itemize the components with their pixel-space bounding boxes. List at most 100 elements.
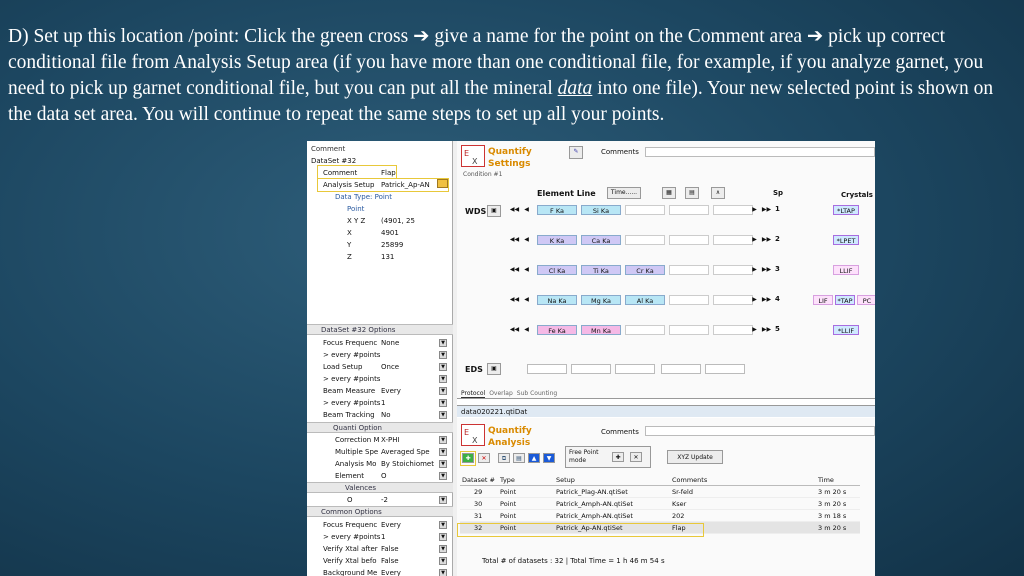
last-icon[interactable]: ▶▶ <box>761 265 772 275</box>
eds-field[interactable] <box>571 364 611 374</box>
crystal-chip[interactable]: LLIF <box>833 265 859 275</box>
eds-config-icon[interactable]: ▣ <box>487 363 501 375</box>
element-slot[interactable] <box>713 325 753 335</box>
next-icon[interactable]: ▶ <box>749 235 760 245</box>
dropdown-arrow-icon[interactable]: ▼ <box>439 399 447 407</box>
element-chip[interactable]: Fe Ka <box>537 325 577 335</box>
option-value[interactable]: Once <box>381 361 399 373</box>
analysis-comments-field[interactable] <box>645 426 875 436</box>
first-icon[interactable]: ◀◀ <box>509 205 520 215</box>
prev-icon[interactable]: ◀ <box>521 205 532 215</box>
element-chip[interactable]: Ti Ka <box>581 265 621 275</box>
dataset-row[interactable]: 31 Point Patrick_Amph-AN.qtiSet 202 3 m 18 s <box>460 510 860 522</box>
element-chip[interactable]: Mg Ka <box>581 295 621 305</box>
dataset-row[interactable]: 30 Point Patrick_Amph-AN.qtiSet Kser 3 m 20 … <box>460 498 860 510</box>
dropdown-arrow-icon[interactable]: ▼ <box>439 387 447 395</box>
prev-icon[interactable]: ◀ <box>521 235 532 245</box>
last-icon[interactable]: ▶▶ <box>761 205 772 215</box>
tab-sub-counting[interactable]: Sub Counting <box>517 390 557 398</box>
option-value[interactable]: None <box>381 337 399 349</box>
element-chip[interactable]: Cl Ka <box>537 265 577 275</box>
dropdown-arrow-icon[interactable]: ▼ <box>439 533 447 541</box>
first-icon[interactable]: ◀◀ <box>509 235 520 245</box>
option-value[interactable]: 1 <box>381 531 385 543</box>
element-slot[interactable] <box>713 235 753 245</box>
dropdown-arrow-icon[interactable]: ▼ <box>439 569 447 576</box>
element-slot[interactable] <box>713 265 753 275</box>
tab-overlap[interactable]: Overlap <box>489 390 513 398</box>
pin-icon[interactable]: ✎ <box>569 146 583 159</box>
prev-icon[interactable]: ◀ <box>521 325 532 335</box>
last-icon[interactable]: ▶▶ <box>761 325 772 335</box>
option-value[interactable]: Every <box>381 567 401 576</box>
dropdown-arrow-icon[interactable]: ▼ <box>439 339 447 347</box>
time-button[interactable]: Time...... <box>607 187 641 199</box>
element-chip[interactable]: F Ka <box>537 205 577 215</box>
option-value[interactable]: O <box>381 470 387 482</box>
element-slot[interactable] <box>625 205 665 215</box>
element-slot[interactable] <box>625 325 665 335</box>
option-value[interactable]: Averaged Spe <box>381 446 430 458</box>
option-value[interactable]: Every <box>381 519 401 531</box>
move-up-icon[interactable]: ▲ <box>528 453 540 463</box>
element-chip[interactable]: Cr Ka <box>625 265 665 275</box>
element-slot[interactable] <box>669 205 709 215</box>
crystal-chip[interactable]: PC <box>857 295 875 305</box>
crystal-chip[interactable]: *LPET <box>833 235 859 245</box>
element-slot[interactable] <box>669 235 709 245</box>
dropdown-arrow-icon[interactable]: ▼ <box>439 436 447 444</box>
periodic-table-icon[interactable]: ▦ <box>662 187 676 199</box>
option-value[interactable]: 1 <box>381 397 385 409</box>
next-icon[interactable]: ▶ <box>749 205 760 215</box>
option-value[interactable]: Every <box>381 385 401 397</box>
add-free-point-icon[interactable]: ✚ <box>612 452 624 462</box>
option-value[interactable]: False <box>381 543 399 555</box>
duplicate-point-icon[interactable]: ⧉ <box>498 453 510 463</box>
dropdown-arrow-icon[interactable]: ▼ <box>439 557 447 565</box>
option-value[interactable]: No <box>381 409 391 421</box>
crystal-chip[interactable]: *LTAP <box>833 205 859 215</box>
dataset-row[interactable]: 29 Point Patrick_Plag-AN.qtiSet Sr-feld 3 m … <box>460 486 860 498</box>
spectrum-icon[interactable]: ∧ <box>711 187 725 199</box>
element-slot[interactable] <box>625 235 665 245</box>
first-icon[interactable]: ◀◀ <box>509 295 520 305</box>
eds-field[interactable] <box>661 364 701 374</box>
element-slot[interactable] <box>669 265 709 275</box>
chart-icon[interactable]: ▤ <box>685 187 699 199</box>
crystal-chip[interactable]: LIF <box>813 295 833 305</box>
element-chip[interactable]: Mn Ka <box>581 325 621 335</box>
tab-protocol[interactable]: Protocol <box>461 390 486 398</box>
option-value[interactable]: False <box>381 555 399 567</box>
next-icon[interactable]: ▶ <box>749 265 760 275</box>
move-down-icon[interactable]: ▼ <box>543 453 555 463</box>
element-slot[interactable] <box>669 295 709 305</box>
prev-icon[interactable]: ◀ <box>521 295 532 305</box>
dropdown-arrow-icon[interactable]: ▼ <box>439 472 447 480</box>
last-icon[interactable]: ▶▶ <box>761 235 772 245</box>
point-node[interactable]: Point <box>347 203 364 215</box>
first-icon[interactable]: ◀◀ <box>509 265 520 275</box>
dropdown-arrow-icon[interactable]: ▼ <box>439 363 447 371</box>
dropdown-arrow-icon[interactable]: ▼ <box>439 375 447 383</box>
element-chip[interactable]: K Ka <box>537 235 577 245</box>
element-slot[interactable] <box>713 205 753 215</box>
eds-field[interactable] <box>527 364 567 374</box>
valence-value[interactable]: -2 <box>381 494 388 506</box>
edit-point-icon[interactable]: ▤ <box>513 453 525 463</box>
data-type-node[interactable]: Data Type: Point <box>335 191 392 203</box>
dropdown-arrow-icon[interactable]: ▼ <box>439 411 447 419</box>
option-value[interactable]: By Stoichiomet <box>381 458 434 470</box>
element-chip[interactable]: Na Ka <box>537 295 577 305</box>
prev-icon[interactable]: ◀ <box>521 265 532 275</box>
next-icon[interactable]: ▶ <box>749 295 760 305</box>
settings-comments-field[interactable] <box>645 147 875 157</box>
last-icon[interactable]: ▶▶ <box>761 295 772 305</box>
dropdown-arrow-icon[interactable]: ▼ <box>439 545 447 553</box>
wds-config-icon[interactable]: ▣ <box>487 205 501 217</box>
element-chip[interactable]: Ca Ka <box>581 235 621 245</box>
dropdown-arrow-icon[interactable]: ▼ <box>439 496 447 504</box>
delete-point-icon[interactable]: ✕ <box>478 453 490 463</box>
element-chip[interactable]: Si Ka <box>581 205 621 215</box>
eds-field[interactable] <box>615 364 655 374</box>
eds-field[interactable] <box>705 364 745 374</box>
